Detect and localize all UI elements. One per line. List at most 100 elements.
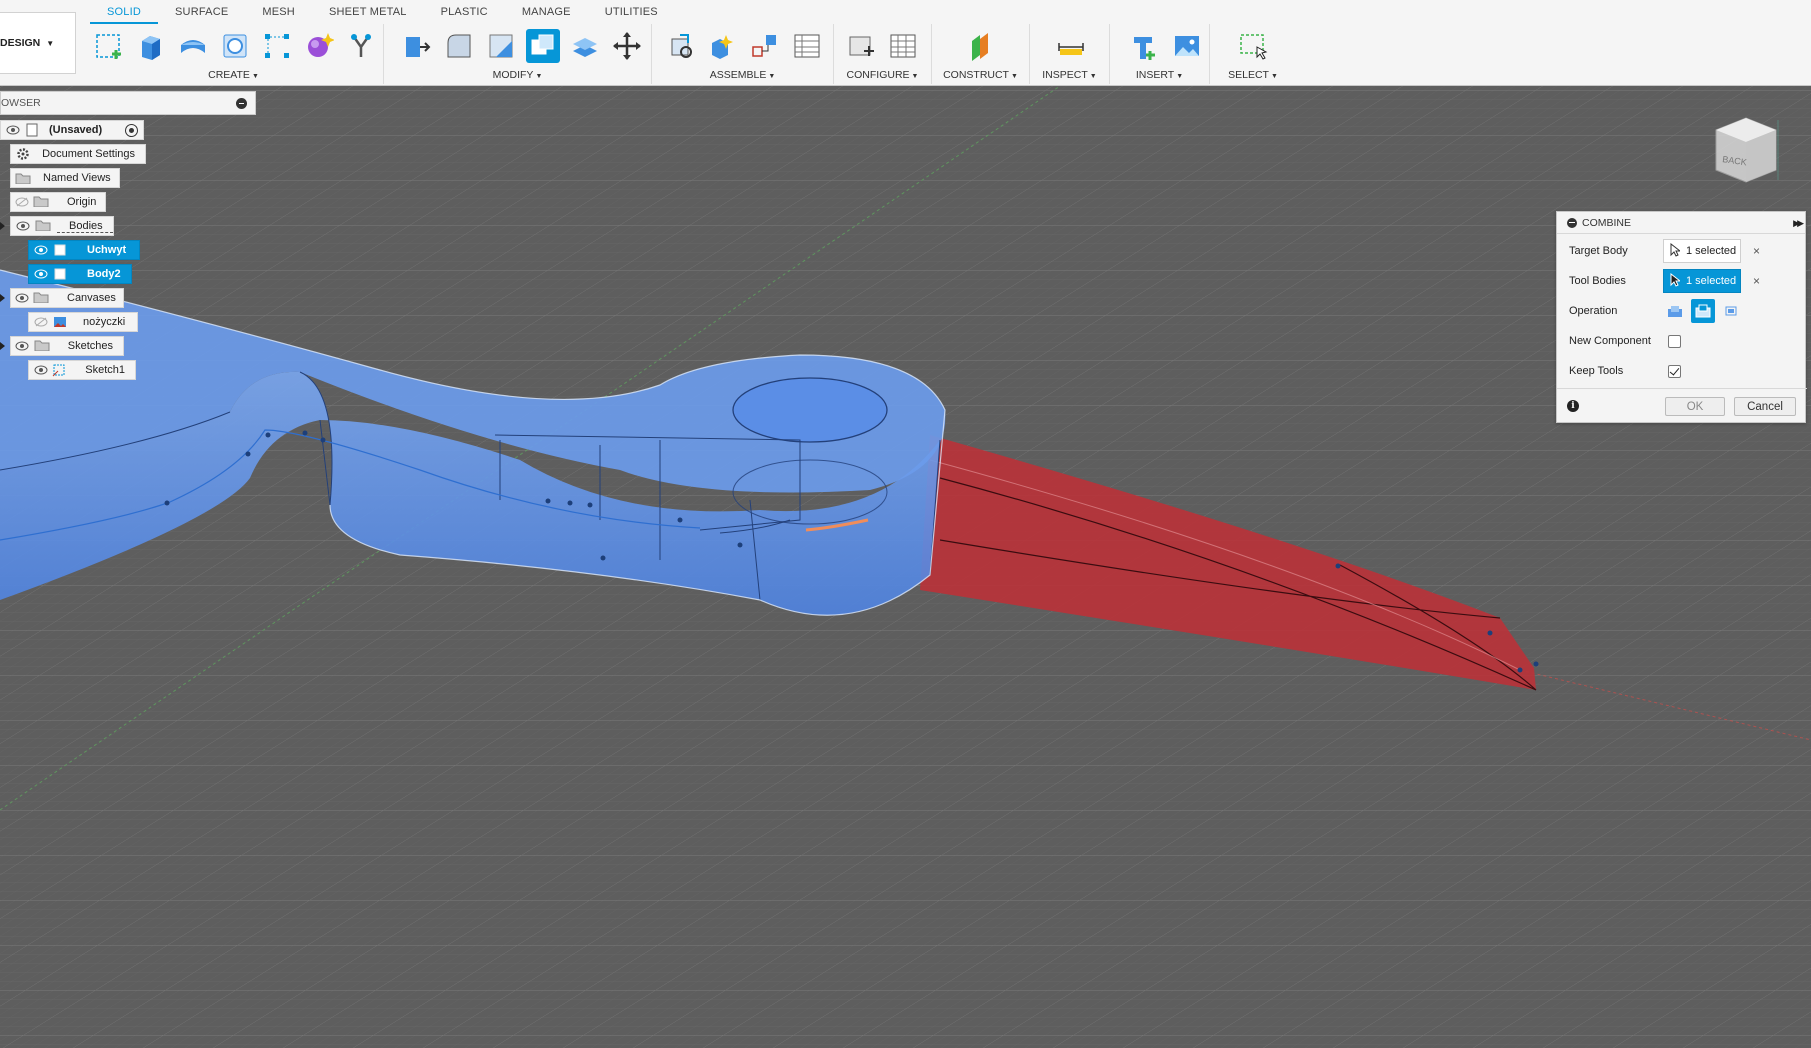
create-sketch-icon[interactable] xyxy=(92,29,126,63)
viewcube[interactable]: BACK xyxy=(1706,100,1806,200)
body-icon xyxy=(53,243,69,257)
tab-solid[interactable]: SOLID xyxy=(90,0,159,24)
eye-icon[interactable] xyxy=(15,340,30,352)
eye-icon[interactable] xyxy=(33,268,49,280)
folder-icon xyxy=(35,219,51,233)
target-body-selector[interactable]: 1 selected xyxy=(1663,239,1741,263)
tab-manage[interactable]: MANAGE xyxy=(505,0,588,24)
browser-node-body-uchwyt[interactable]: Uchwyt xyxy=(28,240,140,260)
select-menu[interactable]: SELECT ▼ xyxy=(1210,69,1296,81)
press-pull-icon[interactable] xyxy=(400,29,434,63)
collapse-icon[interactable] xyxy=(1567,217,1577,228)
browser-node-sketch1[interactable]: Sketch1 xyxy=(28,360,136,380)
hole-icon[interactable] xyxy=(218,29,252,63)
tab-utilities[interactable]: UTILITIES xyxy=(588,0,675,24)
create-group: CREATE ▼ xyxy=(84,24,384,84)
browser-node-root[interactable]: (Unsaved) xyxy=(0,120,144,140)
browser-node-named-views[interactable]: Named Views xyxy=(10,168,120,188)
eye-icon[interactable] xyxy=(33,364,48,376)
insert-derive-icon[interactable] xyxy=(1128,29,1162,63)
eye-hidden-icon[interactable] xyxy=(15,196,29,208)
tab-plastic[interactable]: PLASTIC xyxy=(424,0,505,24)
joint-origin-icon[interactable] xyxy=(790,29,824,63)
activate-radio-icon[interactable] xyxy=(125,124,138,137)
tool-bodies-selector[interactable]: 1 selected xyxy=(1663,269,1741,293)
expand-arrow-icon[interactable] xyxy=(0,342,5,350)
new-component-checkbox[interactable] xyxy=(1668,334,1681,348)
eye-icon[interactable] xyxy=(15,292,29,304)
combine-dialog-header[interactable]: COMBINE ▶▶ xyxy=(1557,212,1805,234)
browser-node-sketches[interactable]: Sketches xyxy=(10,336,124,356)
eye-hidden-icon[interactable] xyxy=(33,316,49,328)
joint-icon[interactable] xyxy=(706,29,740,63)
combine-icon[interactable] xyxy=(526,29,560,63)
operation-intersect-icon[interactable] xyxy=(1719,299,1743,323)
revolve-icon[interactable] xyxy=(176,29,210,63)
toolbar-groups: CREATE ▼ MODIFY ▼ ASSEMBLE ▼ CONFIGURE ▼… xyxy=(84,24,1296,84)
cancel-button[interactable]: Cancel xyxy=(1734,397,1796,416)
browser-node-origin[interactable]: Origin xyxy=(10,192,106,212)
insert-menu[interactable]: INSERT ▼ xyxy=(1110,69,1209,81)
info-icon[interactable]: i xyxy=(1567,400,1579,412)
window-select-icon[interactable] xyxy=(1236,29,1270,63)
browser-node-bodies[interactable]: Bodies xyxy=(10,216,114,236)
expand-arrow-icon[interactable] xyxy=(0,222,5,230)
construct-menu[interactable]: CONSTRUCT ▼ xyxy=(932,69,1029,81)
named-views-label: Named Views xyxy=(43,172,111,184)
tab-mesh[interactable]: MESH xyxy=(245,0,312,24)
new-component-label: New Component xyxy=(1569,335,1651,347)
assemble-label: ASSEMBLE xyxy=(709,69,767,81)
eye-icon[interactable] xyxy=(15,220,31,232)
move-icon[interactable] xyxy=(610,29,644,63)
clear-target-icon[interactable]: × xyxy=(1753,244,1760,258)
cursor-arrow-icon xyxy=(1670,272,1682,290)
configure-menu[interactable]: CONFIGURE ▼ xyxy=(834,69,931,81)
as-built-joint-icon[interactable] xyxy=(748,29,782,63)
rectangular-pattern-icon[interactable] xyxy=(260,29,294,63)
inspect-menu[interactable]: INSPECT ▼ xyxy=(1030,69,1109,81)
3d-viewport[interactable] xyxy=(0,86,1811,1048)
clear-tools-icon[interactable]: × xyxy=(1753,274,1760,288)
chamfer-icon[interactable] xyxy=(484,29,518,63)
browser-root-label: (Unsaved) xyxy=(49,124,103,136)
eye-icon[interactable] xyxy=(33,244,49,256)
create-menu[interactable]: CREATE ▼ xyxy=(84,69,383,81)
expand-panel-icon[interactable]: ▶▶ xyxy=(1793,218,1804,229)
toolbar: DESIGN ▼ SOLID SURFACE MESH SHEET METAL … xyxy=(0,0,1811,86)
insert-canvas-icon[interactable] xyxy=(1170,29,1204,63)
operation-join-icon[interactable] xyxy=(1663,299,1687,323)
configure-icon[interactable] xyxy=(844,29,878,63)
fillet-icon[interactable] xyxy=(442,29,476,63)
caret-down-icon: ▼ xyxy=(911,73,919,80)
assemble-menu[interactable]: ASSEMBLE ▼ xyxy=(652,69,833,81)
derive-icon[interactable] xyxy=(344,29,378,63)
new-component-icon[interactable] xyxy=(664,29,698,63)
configuration-table-icon[interactable] xyxy=(886,29,920,63)
keep-tools-checkbox[interactable] xyxy=(1668,364,1681,378)
offset-plane-icon[interactable] xyxy=(964,29,998,63)
sketch1-label: Sketch1 xyxy=(85,364,125,376)
browser-header[interactable]: OWSER xyxy=(0,91,256,115)
keep-tools-label: Keep Tools xyxy=(1569,365,1624,377)
inspect-group: INSPECT ▼ xyxy=(1030,24,1110,84)
folder-icon xyxy=(15,172,31,184)
eye-icon[interactable] xyxy=(5,124,21,136)
workspace-switcher[interactable]: DESIGN ▼ xyxy=(0,12,76,74)
modify-menu[interactable]: MODIFY ▼ xyxy=(384,69,651,81)
collapse-icon[interactable] xyxy=(236,98,247,109)
expand-arrow-icon[interactable] xyxy=(0,294,5,302)
browser-node-canvas-nozyczki[interactable]: nożyczki xyxy=(28,312,138,332)
offset-face-icon[interactable] xyxy=(568,29,602,63)
extrude-icon[interactable] xyxy=(134,29,168,63)
measure-icon[interactable] xyxy=(1054,29,1088,63)
tool-bodies-label: Tool Bodies xyxy=(1569,275,1626,287)
scene-canvas[interactable] xyxy=(0,86,1811,1048)
operation-cut-icon[interactable] xyxy=(1691,299,1715,323)
browser-node-document-settings[interactable]: Document Settings xyxy=(10,144,146,164)
ok-button[interactable]: OK xyxy=(1665,397,1725,416)
browser-node-body2[interactable]: Body2 xyxy=(28,264,132,284)
tab-sheet-metal[interactable]: SHEET METAL xyxy=(312,0,424,24)
browser-node-canvases[interactable]: Canvases xyxy=(10,288,124,308)
create-form-icon[interactable] xyxy=(302,29,336,63)
tab-surface[interactable]: SURFACE xyxy=(158,0,245,24)
